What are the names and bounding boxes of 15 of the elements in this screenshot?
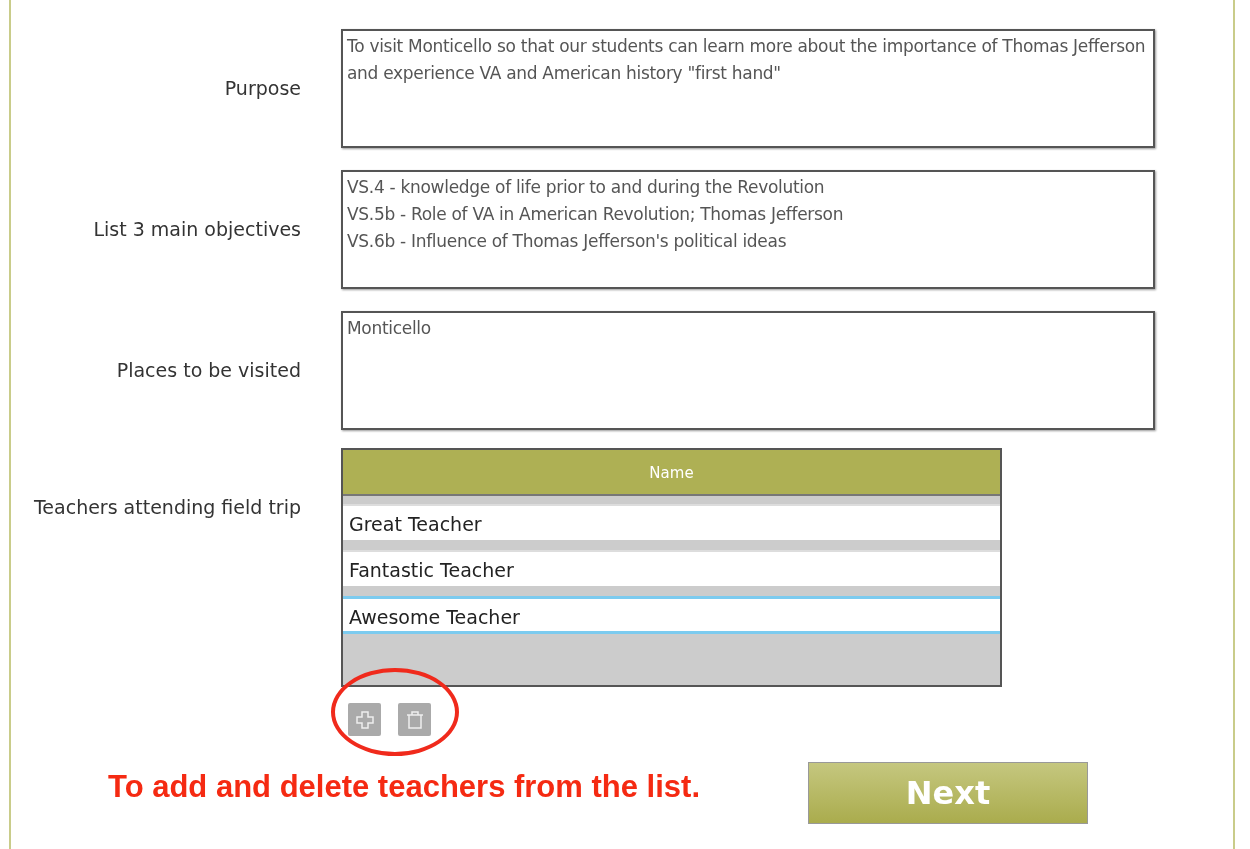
plus-icon	[354, 709, 375, 730]
field-label: Purpose	[223, 76, 301, 102]
teacher-row[interactable]: Great Teacher	[343, 504, 1000, 542]
field-label: List 3 main objectives	[92, 217, 301, 243]
delete-button[interactable]	[398, 703, 431, 736]
add-button[interactable]	[348, 703, 381, 736]
annotation-text: To add and delete teachers from the list.	[108, 767, 700, 806]
teacher-row[interactable]: Fantastic Teacher	[343, 550, 1000, 588]
column-header: Name	[343, 450, 1000, 496]
text-field[interactable]: To visit Monticello so that our students can learn more about the importance of Thomas Jefferson and experience VA and American history "first hand"	[341, 29, 1155, 148]
text-field[interactable]: VS.4 - knowledge of life prior to and during the Revolution VS.5b - Role of VA in American Revolution; Thomas Jefferson VS.6b - Influence of Thomas Jefferson's political ideas	[341, 170, 1155, 289]
teacher-row[interactable]: Awesome Teacher	[343, 596, 1000, 634]
text-field[interactable]: Monticello	[341, 311, 1155, 430]
field-label: Teachers attending field trip	[32, 495, 301, 520]
field-label: Places to be visited	[115, 358, 301, 384]
